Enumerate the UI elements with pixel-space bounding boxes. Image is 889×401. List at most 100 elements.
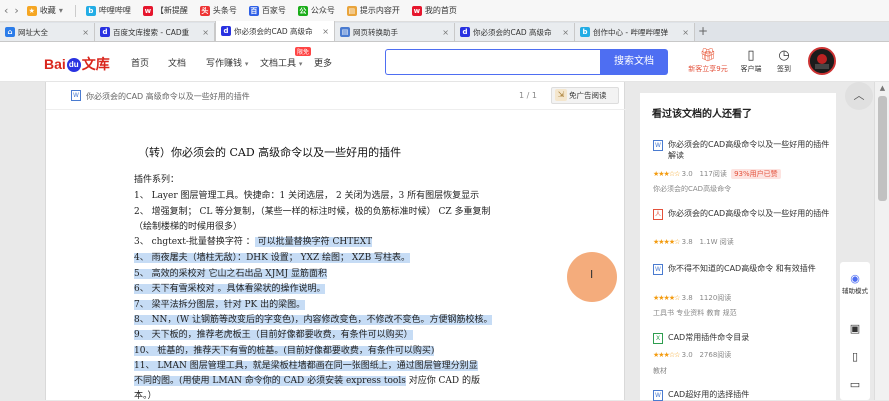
- tab[interactable]: ▤ 网页转换助手 ×: [335, 23, 455, 41]
- phone-button[interactable]: ▯: [840, 350, 870, 363]
- collapse-button[interactable]: ︿: [845, 82, 873, 110]
- document-line: 7、 梁平法拆分图层，针对 PK 出的梁图。: [134, 297, 564, 310]
- close-icon[interactable]: ×: [322, 27, 329, 36]
- bookmark-item[interactable]: w 【新提醒: [142, 5, 188, 16]
- sign-in[interactable]: ◷ 签到: [770, 48, 798, 74]
- close-icon[interactable]: ×: [682, 28, 689, 37]
- search-input[interactable]: [385, 49, 600, 75]
- scrollbar[interactable]: ▲: [874, 82, 889, 400]
- nav-home[interactable]: 首页: [131, 56, 149, 69]
- highlighted-text: 可以批量替换字符 CHTEXT: [254, 237, 373, 247]
- search-button[interactable]: 搜索文档: [600, 49, 668, 75]
- document-toolbar: W 你必须会的CAD 高级命令以及一些好用的插件 1 / 1 ⇲ 免广告阅读: [46, 82, 626, 110]
- assist-mode-icon: ◉: [850, 272, 860, 285]
- bookmark-item[interactable]: w 我的首页: [411, 5, 457, 16]
- related-item-title[interactable]: 你必须会的CAD高级命令以及一些好用的插件: [668, 208, 833, 219]
- chevron-down-icon: ▾: [298, 60, 303, 68]
- bookmark-item[interactable]: 百百家号: [248, 5, 286, 16]
- wechat-icon: 公: [297, 5, 308, 16]
- avatar[interactable]: [808, 47, 836, 75]
- bookmark-favorites[interactable]: ★ 收藏 ▾: [26, 5, 63, 16]
- document-line: 8、 NN，(W 让钢筋等改变后的字变色)，内容修改变色，不修改不变色。方便钢筋…: [134, 312, 564, 325]
- forward-icon[interactable]: ›: [14, 4, 18, 17]
- baidu-icon: d: [460, 27, 470, 37]
- related-item-meta: ★★★☆☆ 3.0 117阅读 93%用户已赞: [653, 169, 781, 179]
- word-doc-icon: W: [653, 390, 663, 401]
- baidu-icon: d: [221, 26, 231, 36]
- document-page: W 你必须会的CAD 高级命令以及一些好用的插件 1 / 1 ⇲ 免广告阅读 （转…: [45, 82, 626, 401]
- chat-button[interactable]: ▭: [840, 378, 870, 391]
- word-doc-icon: W: [653, 264, 663, 275]
- highlighted-text: 5、 高效的采校对 它山之石出品 XJMJ 显筋面积: [134, 269, 328, 279]
- word-doc-icon: W: [653, 140, 663, 151]
- line-text: 对应你 CAD 的版: [405, 376, 481, 386]
- tab[interactable]: ⌂ 网址大全 ×: [0, 23, 95, 41]
- scrollbar-thumb[interactable]: [878, 96, 887, 201]
- line-text: 1、 Layer 图层管理工具。快捷命：1 关闭选层， 2 关闭为选层，3 所有…: [134, 191, 480, 201]
- page-icon: ▤: [340, 27, 350, 37]
- clock-icon: ◷: [778, 48, 790, 63]
- baidu-wenku-logo[interactable]: Bai du 文库: [44, 54, 110, 74]
- baijiahao-icon: 百: [248, 5, 259, 16]
- home-icon: ⌂: [5, 27, 15, 37]
- close-icon[interactable]: ×: [562, 28, 569, 37]
- stars-icon: ★★★★☆: [653, 238, 680, 246]
- line-text: （绘制楼梯的时候用很多）: [134, 222, 243, 232]
- briefcase-icon: ▣: [849, 322, 861, 335]
- related-item-title[interactable]: 你必须会的CAD高级命令以及一些好用的插件解读: [668, 139, 833, 161]
- site-header: Bai du 文库 首页 文档 写作赚钱 ▾ 限免 文档工具 ▾ 更多 搜索文档 🎁…: [0, 42, 889, 82]
- tab-active[interactable]: d 你必须会的CAD 高级命 ×: [215, 21, 335, 41]
- nav-write-earn[interactable]: 写作赚钱 ▾: [206, 56, 248, 69]
- close-icon[interactable]: ×: [82, 28, 89, 37]
- highlighted-text: 11、 LMAN 图层管理工具，就是梁板柱墙都画在同一张图纸上，通过图层管理分别…: [134, 361, 478, 371]
- bookmark-item[interactable]: ▤ 提示内容开: [346, 5, 400, 16]
- vip-offer[interactable]: 🎁︎ 新客立享9元: [683, 48, 733, 74]
- bookmark-item[interactable]: 公公众号: [297, 5, 335, 16]
- phone-icon: ▯: [747, 48, 755, 63]
- nav-more[interactable]: 更多: [314, 56, 332, 69]
- toutiao-icon: 头: [199, 5, 210, 16]
- bookmark-item[interactable]: 头头条号: [199, 5, 237, 16]
- briefcase-button[interactable]: ▣: [840, 322, 870, 335]
- close-icon[interactable]: ×: [202, 28, 209, 37]
- bilibili-icon: b: [85, 5, 96, 16]
- related-item-source: 你必须会的CAD高级命令: [653, 185, 732, 193]
- document-line: 10、 桩基的，推荐天下有雪的桩基。(目前好像都要收费，有条件可以购买): [134, 343, 564, 356]
- nav-docs[interactable]: 文档: [168, 56, 186, 69]
- folder-icon: ▤: [346, 5, 357, 16]
- weibo-icon: w: [411, 5, 422, 16]
- baidu-icon: d: [100, 27, 110, 37]
- ad-free-button[interactable]: ⇲ 免广告阅读: [551, 87, 619, 104]
- tab[interactable]: b 创作中心 - 哔哩哔哩弹 ×: [575, 23, 695, 41]
- close-icon[interactable]: ×: [442, 28, 449, 37]
- bookmarks-bar: ‹ › ★ 收藏 ▾ b 哔哩哔哩 w 【新提醒 头头条号 百百家号 公公众号 ▤ 提示内…: [0, 0, 889, 22]
- related-docs-panel: 看过该文档的人还看了 W 你必须会的CAD高级命令以及一些好用的插件解读 ★★★…: [640, 93, 836, 401]
- client-download[interactable]: ▯ 客户端: [736, 48, 766, 74]
- stars-icon: ★★★★☆: [653, 294, 680, 302]
- related-title: 看过该文档的人还看了: [652, 109, 752, 120]
- nav-doc-tools[interactable]: 文档工具 ▾: [260, 56, 302, 69]
- back-icon[interactable]: ‹: [4, 4, 8, 17]
- tab[interactable]: d 你必须会的CAD 高级命 ×: [455, 23, 575, 41]
- tab[interactable]: d 百度文库搜索 - CAD重 ×: [95, 23, 215, 41]
- related-item-tags: 教材: [653, 367, 667, 375]
- related-item-title[interactable]: 你不得不知道的CAD高级命令 和有效插件: [668, 263, 833, 274]
- chevron-down-icon: ▾: [244, 60, 249, 68]
- page-indicator: 1 / 1: [519, 91, 537, 100]
- new-tab-button[interactable]: +: [695, 23, 711, 41]
- scroll-up-icon[interactable]: ▲: [878, 84, 887, 93]
- document-line: 1、 Layer 图层管理工具。快捷命：1 关闭选层， 2 关闭为选层，3 所有…: [134, 188, 564, 201]
- assist-mode-button[interactable]: ◉ 辅助模式: [840, 272, 870, 295]
- document-line: 4、 雨夜屠夫（墙柱无敌）：DHK 设置； YXZ 绘图； XZB 写柱表。: [134, 250, 564, 263]
- bookmark-item[interactable]: b 哔哩哔哩: [85, 5, 131, 16]
- document-title-small: 你必须会的CAD 高级命令以及一些好用的插件: [86, 92, 250, 101]
- document-line: 11、 LMAN 图层管理工具，就是梁板柱墙都画在同一张图纸上，通过图层管理分别…: [134, 358, 564, 371]
- related-item-title[interactable]: CAD常用插件命令目录: [668, 332, 833, 343]
- highlighted-text: 不同的图。(用使用 LMAN 命令你的 CAD 必须安装 express too…: [134, 376, 406, 386]
- document-line: 5、 高效的采校对 它山之石出品 XJMJ 显筋面积: [134, 266, 564, 279]
- excel-doc-icon: X: [653, 333, 663, 344]
- related-item-title[interactable]: CAD超好用的选择插件: [668, 389, 833, 400]
- highlighted-text: 6、 天下有雪采校对 。具体看梁状的操作说明。: [134, 284, 326, 294]
- document-line: 3、 chgtext-批量替换字符 ： 可以批量替换字符 CHTEXT: [134, 234, 564, 247]
- document-line: 2、 增强复制； CL 等分复制，（某些一样的标注时候，极的负筋标准时候） CZ…: [134, 204, 564, 217]
